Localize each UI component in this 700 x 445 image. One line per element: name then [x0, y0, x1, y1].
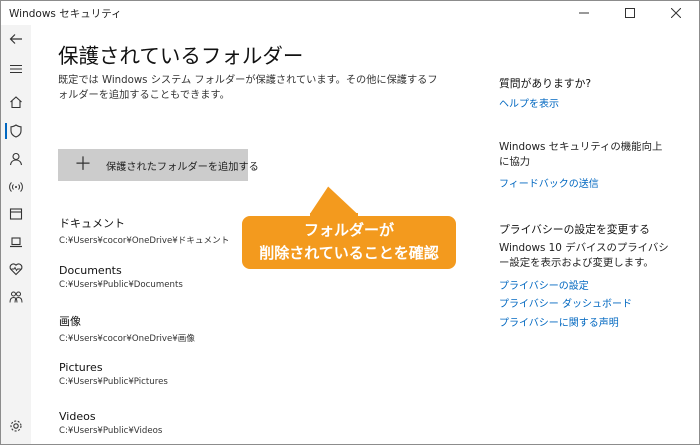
app-window: Windows セキュリティ 保護されているフォルダー 既定では Windows… [0, 0, 700, 445]
wireless-icon [9, 182, 23, 192]
minimize-button[interactable] [561, 1, 607, 25]
folder-item[interactable]: ドキュメント C:¥Users¥cocor¥OneDrive¥ドキュメント [59, 215, 229, 246]
add-protected-folder-button[interactable]: ＋ 保護されたフォルダーを追加する [58, 149, 259, 181]
add-protected-folder-label: 保護されたフォルダーを追加する [106, 161, 259, 173]
folder-item[interactable]: Documents C:¥Users¥Public¥Documents [59, 264, 183, 290]
privacy-settings-link[interactable]: プライバシーの設定 [499, 277, 589, 292]
title-bar: Windows セキュリティ [1, 1, 699, 25]
nav-device-security[interactable] [1, 231, 31, 253]
app-browser-icon [9, 208, 23, 220]
callout-text: フォルダーが 削除されていることを確認 [240, 219, 458, 265]
privacy-description: Windows 10 デバイスのプライバシー設定を表示および変更します。 [499, 242, 669, 269]
folder-item[interactable]: Pictures C:¥Users¥Public¥Pictures [59, 361, 168, 387]
nav-device-health[interactable] [1, 258, 31, 280]
menu-icon [10, 64, 22, 74]
back-icon [9, 34, 22, 44]
maximize-button[interactable] [607, 1, 653, 25]
close-button[interactable] [653, 1, 699, 25]
folder-path: C:¥Users¥cocor¥OneDrive¥画像 [59, 334, 195, 344]
family-icon [9, 291, 23, 303]
folder-name: 画像 [59, 315, 81, 328]
folder-path: C:¥Users¥Public¥Documents [59, 280, 183, 290]
help-link[interactable]: ヘルプを表示 [499, 95, 559, 110]
settings-icon [10, 420, 22, 432]
page-title: 保護されているフォルダー [58, 44, 304, 68]
nav-virus-protection[interactable] [1, 120, 31, 142]
folder-name: Pictures [59, 361, 103, 374]
nav-family-options[interactable] [1, 286, 31, 308]
nav-account-protection[interactable] [1, 148, 31, 170]
nav-app-browser[interactable] [1, 203, 31, 225]
privacy-statement-link[interactable]: プライバシーに関する声明 [499, 314, 619, 329]
feedback-link[interactable]: フィードバックの送信 [499, 175, 599, 190]
folder-name: Documents [59, 264, 122, 277]
folder-path: C:¥Users¥Public¥Videos [59, 426, 163, 436]
folder-path: C:¥Users¥cocor¥OneDrive¥ドキュメント [59, 236, 230, 246]
device-laptop-icon [10, 237, 22, 248]
folder-item[interactable]: 画像 C:¥Users¥cocor¥OneDrive¥画像 [59, 313, 195, 344]
window-title: Windows セキュリティ [9, 8, 122, 20]
shield-icon [10, 124, 22, 138]
nav-firewall[interactable] [1, 176, 31, 198]
callout-line-2: 削除されていることを確認 [259, 244, 439, 262]
folder-name: Videos [59, 410, 96, 423]
home-icon [10, 96, 22, 109]
privacy-dashboard-link[interactable]: プライバシー ダッシュボード [499, 295, 632, 310]
plus-icon: ＋ [74, 154, 92, 175]
nav-settings[interactable] [1, 415, 31, 437]
minimize-icon [579, 12, 589, 14]
folder-path: C:¥Users¥Public¥Pictures [59, 377, 168, 387]
improve-heading: Windows セキュリティの機能向上に協力 [499, 141, 663, 168]
maximize-icon [625, 8, 635, 18]
annotation-callout: フォルダーが 削除されていることを確認 [240, 183, 458, 271]
folder-item[interactable]: Videos C:¥Users¥Public¥Videos [59, 410, 162, 436]
navigation-rail [1, 25, 31, 444]
close-icon [671, 8, 681, 18]
privacy-heading: プライバシーの設定を変更する [499, 223, 650, 236]
menu-button[interactable] [1, 58, 31, 80]
heart-icon [9, 263, 23, 276]
page-description: 既定では Windows システム フォルダーが保護されています。その他に保護す… [58, 75, 438, 101]
nav-home[interactable] [1, 91, 31, 113]
back-button[interactable] [1, 28, 31, 50]
folder-name: ドキュメント [59, 217, 125, 230]
callout-line-1: フォルダーが [303, 221, 394, 239]
help-heading: 質問がありますか? [499, 77, 592, 90]
person-icon [9, 152, 23, 166]
